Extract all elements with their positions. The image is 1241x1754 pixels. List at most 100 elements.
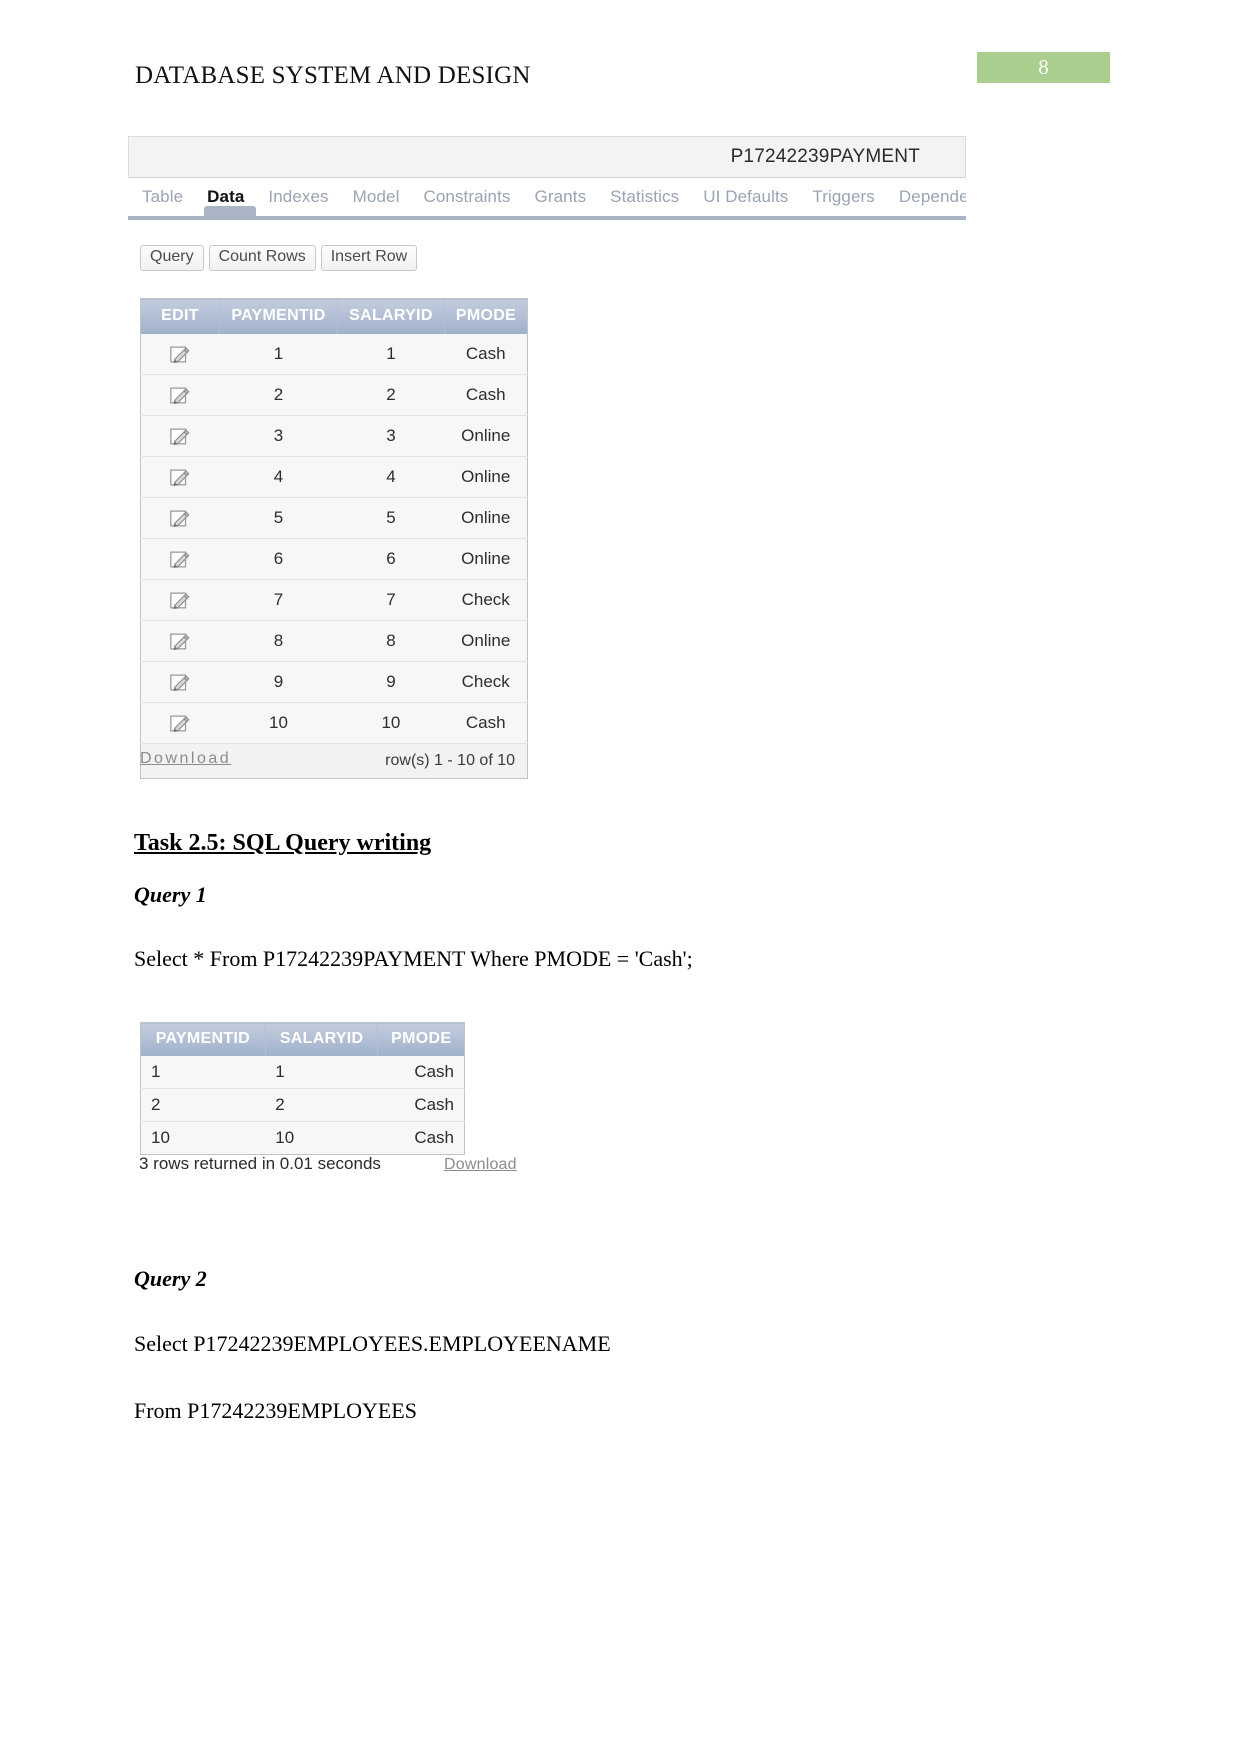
tab-model[interactable]: Model [353, 187, 400, 207]
table-row: 10 10 Cash [140, 702, 528, 744]
pmode-cell: Online [444, 620, 528, 662]
column-header-pmode[interactable]: PMODE [444, 298, 528, 334]
salaryid-cell: 6 [337, 538, 445, 580]
salaryid-cell: 10 [337, 702, 445, 744]
salaryid-cell: 5 [337, 497, 445, 539]
tab-grants[interactable]: Grants [535, 187, 587, 207]
salaryid-cell: 7 [337, 579, 445, 621]
active-tab-marker [204, 206, 256, 217]
pmode-cell: Cash [444, 702, 528, 744]
task-heading: Task 2.5: SQL Query writing [134, 830, 432, 856]
payment-table-body: 1 1 Cash 2 2 Cash 3 3 Online 4 4 Online … [140, 334, 528, 779]
query1-result-report: PAYMENTID SALARYID PMODE 1 1 Cash 2 2 Ca… [140, 1022, 465, 1155]
table-row: 1 1 Cash [140, 334, 528, 375]
query1-download-link[interactable]: Download [444, 1156, 517, 1174]
edit-pencil-icon[interactable] [169, 630, 191, 652]
document-title: DATABASE SYSTEM AND DESIGN [135, 62, 531, 89]
table-row: 9 9 Check [140, 661, 528, 703]
edit-pencil-icon[interactable] [169, 425, 191, 447]
apex-table-name: P17242239PAYMENT [730, 146, 920, 167]
column-header-salaryid[interactable]: SALARYID [265, 1022, 379, 1056]
query2-sql-line1: Select P17242239EMPLOYEES.EMPLOYEENAME [134, 1331, 611, 1356]
edit-pencil-icon[interactable] [169, 466, 191, 488]
tab-ui-defaults[interactable]: UI Defaults [703, 187, 788, 207]
payment-table: EDIT PAYMENTID SALARYID PMODE 1 1 Cash 2… [140, 298, 528, 779]
edit-cell[interactable] [140, 620, 220, 662]
salaryid-cell: 1 [337, 334, 445, 375]
edit-pencil-icon[interactable] [169, 343, 191, 365]
query1-sql-text: Select * From P17242239PAYMENT Where PMO… [134, 946, 693, 971]
download-link[interactable]: Download [140, 750, 231, 768]
insert-row-button[interactable]: Insert Row [320, 245, 418, 271]
paymentid-cell: 3 [219, 415, 338, 457]
paymentid-cell: 4 [219, 456, 338, 498]
edit-cell[interactable] [140, 497, 220, 539]
apex-screenshot: P17242239PAYMENT Table Data Indexes Mode… [128, 136, 966, 220]
salaryid-cell: 9 [337, 661, 445, 703]
table-header-row: PAYMENTID SALARYID PMODE [140, 1022, 465, 1056]
salaryid-cell: 3 [337, 415, 445, 457]
paymentid-cell: 2 [140, 1088, 266, 1122]
table-row: 6 6 Online [140, 538, 528, 580]
pmode-cell: Online [444, 456, 528, 498]
page-header: DATABASE SYSTEM AND DESIGN 8 [0, 52, 1241, 112]
edit-cell[interactable] [140, 661, 220, 703]
paymentid-cell: 1 [219, 334, 338, 375]
edit-pencil-icon[interactable] [169, 671, 191, 693]
tab-constraints[interactable]: Constraints [423, 187, 510, 207]
count-rows-button[interactable]: Count Rows [208, 245, 316, 271]
table-row: 4 4 Online [140, 456, 528, 498]
salaryid-cell: 8 [337, 620, 445, 662]
pmode-cell: Online [444, 415, 528, 457]
edit-pencil-icon[interactable] [169, 384, 191, 406]
edit-pencil-icon[interactable] [169, 589, 191, 611]
query1-result-body: 1 1 Cash 2 2 Cash 10 10 Cash [140, 1056, 465, 1155]
edit-cell[interactable] [140, 579, 220, 621]
table-row: 8 8 Online [140, 620, 528, 662]
table-header-row: EDIT PAYMENTID SALARYID PMODE [140, 298, 528, 334]
table-row: 10 10 Cash [140, 1121, 465, 1155]
tab-triggers[interactable]: Triggers [812, 187, 875, 207]
query2-heading: Query 2 [134, 1266, 207, 1291]
column-header-pmode[interactable]: PMODE [377, 1022, 465, 1056]
pmode-cell: Check [444, 661, 528, 703]
edit-cell[interactable] [140, 374, 220, 416]
edit-cell[interactable] [140, 538, 220, 580]
edit-pencil-icon[interactable] [169, 507, 191, 529]
pmode-cell: Cash [377, 1056, 465, 1089]
column-header-paymentid[interactable]: PAYMENTID [140, 1022, 266, 1056]
table-row: 2 2 Cash [140, 374, 528, 416]
pmode-cell: Check [444, 579, 528, 621]
table-row: 1 1 Cash [140, 1056, 465, 1089]
paymentid-cell: 7 [219, 579, 338, 621]
paymentid-cell: 8 [219, 620, 338, 662]
edit-cell[interactable] [140, 415, 220, 457]
salaryid-cell: 1 [265, 1056, 378, 1089]
salaryid-cell: 10 [265, 1121, 378, 1155]
tab-indexes[interactable]: Indexes [268, 187, 328, 207]
query1-status-text: 3 rows returned in 0.01 seconds [139, 1154, 381, 1173]
apex-titlebar: P17242239PAYMENT [128, 136, 966, 178]
column-header-edit[interactable]: EDIT [140, 298, 220, 334]
paymentid-cell: 5 [219, 497, 338, 539]
apex-tab-bar: Table Data Indexes Model Constraints Gra… [128, 178, 966, 220]
pmode-cell: Cash [444, 334, 528, 375]
edit-pencil-icon[interactable] [169, 712, 191, 734]
salaryid-cell: 2 [265, 1088, 378, 1122]
table-row: 7 7 Check [140, 579, 528, 621]
column-header-paymentid[interactable]: PAYMENTID [219, 298, 338, 334]
tab-table[interactable]: Table [142, 187, 183, 207]
tab-dependencies[interactable]: Dependenci [899, 187, 966, 207]
edit-pencil-icon[interactable] [169, 548, 191, 570]
query-button[interactable]: Query [140, 245, 204, 271]
tab-data[interactable]: Data [207, 187, 244, 207]
paymentid-cell: 2 [219, 374, 338, 416]
page-number-badge: 8 [977, 52, 1110, 83]
query1-result-table: PAYMENTID SALARYID PMODE 1 1 Cash 2 2 Ca… [140, 1022, 465, 1155]
column-header-salaryid[interactable]: SALARYID [337, 298, 445, 334]
tab-statistics[interactable]: Statistics [610, 187, 679, 207]
edit-cell[interactable] [140, 334, 220, 375]
edit-cell[interactable] [140, 702, 220, 744]
edit-cell[interactable] [140, 456, 220, 498]
paymentid-cell: 1 [140, 1056, 266, 1089]
